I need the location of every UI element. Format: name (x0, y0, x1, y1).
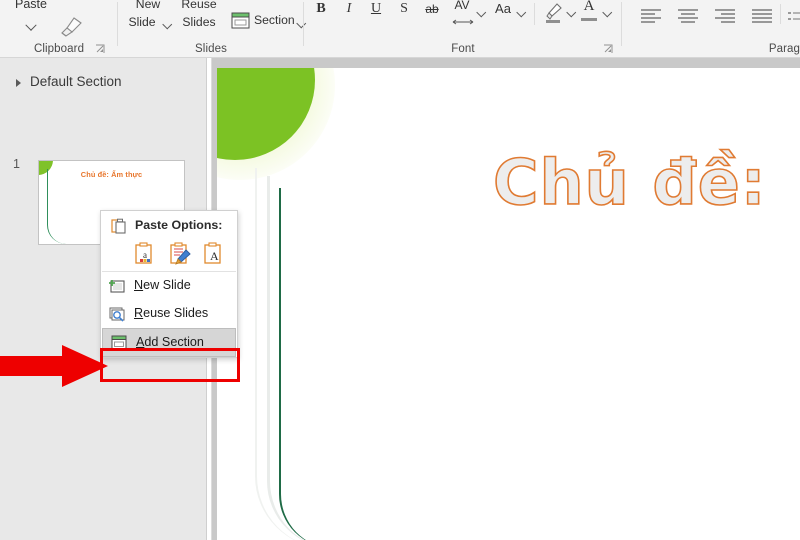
slide-title-text[interactable]: Chủ đề: (492, 145, 767, 220)
menu-item-new-slide[interactable]: New Slide (101, 272, 237, 300)
thumbnail-deco-stem (47, 169, 66, 244)
menu-item-add-section-label: Add Section (136, 335, 204, 349)
align-left-icon[interactable] (640, 8, 662, 29)
text-shadow-button[interactable]: S (395, 2, 413, 16)
paste-options-label: Paste Options: (135, 218, 223, 232)
section-collapse-triangle-icon[interactable] (16, 79, 21, 87)
paste-picture-icon[interactable] (168, 242, 194, 268)
bullet-list-icon[interactable] (788, 10, 800, 28)
new-slide-button-line2[interactable]: Slide (120, 16, 164, 29)
character-spacing-dropdown-arrow[interactable] (476, 5, 486, 23)
reuse-slides-button-line2[interactable]: Slides (172, 16, 226, 29)
paragraph-group-label: Parag (768, 43, 800, 55)
bold-button[interactable]: B (312, 2, 330, 16)
slides-group-label: Slides (195, 43, 227, 55)
decorative-stem-green (279, 188, 333, 540)
ribbon-group-slides: New Slide Reuse Slides Section Slides (118, 0, 306, 57)
new-slide-dropdown-arrow[interactable] (162, 17, 172, 35)
paste-button[interactable]: Paste (6, 0, 56, 11)
paste-keep-text-only-icon[interactable]: A (202, 242, 228, 268)
annotation-arrow (0, 345, 108, 387)
paste-options-icons-row: a A (101, 239, 237, 271)
add-section-icon (110, 334, 128, 352)
ribbon-group-paragraph: Parag (622, 0, 800, 57)
svg-text:A: A (210, 249, 219, 263)
underline-button[interactable]: U (367, 2, 385, 16)
paste-use-destination-theme-icon[interactable]: a (133, 242, 159, 268)
font-color-swatch (581, 18, 597, 21)
reuse-slides-icon (108, 305, 126, 323)
slide-canvas[interactable]: Chủ đề: (217, 68, 800, 540)
menu-item-reuse-slides-label: Reuse Slides (134, 306, 209, 320)
font-color-button[interactable]: A (580, 0, 598, 14)
highlighter-icon[interactable] (544, 2, 564, 29)
character-spacing-arrows-icon (452, 13, 474, 31)
ribbon-group-font: B I U S ab AV Aa A Font (304, 0, 622, 57)
section-name-label[interactable]: Default Section (30, 74, 122, 89)
font-dialog-launcher-icon[interactable] (603, 42, 614, 53)
change-case-dropdown-arrow[interactable] (516, 5, 526, 23)
align-right-icon[interactable] (714, 8, 736, 29)
svg-text:a: a (143, 250, 147, 260)
clipboard-icon (111, 217, 128, 239)
slide-number-label: 1 (13, 157, 20, 171)
thumbnail-title-text: Chủ đề: Ẩm thực (80, 170, 143, 179)
new-slide-icon (108, 277, 126, 295)
ribbon: Paste Clipboard New Slide Reuse Slides S… (0, 0, 800, 58)
context-menu[interactable]: Paste Options: a A New Slide Reuse Slide… (100, 210, 238, 358)
clipboard-dialog-launcher-icon[interactable] (95, 42, 106, 53)
strikethrough-button[interactable]: ab (420, 3, 444, 16)
ribbon-group-clipboard: Paste Clipboard (0, 0, 118, 57)
slide-editing-area[interactable]: Chủ đề: (212, 58, 800, 540)
font-group-label: Font (451, 43, 475, 55)
highlight-dropdown-arrow[interactable] (566, 5, 576, 23)
align-center-icon[interactable] (677, 8, 699, 29)
paste-options-header: Paste Options: (101, 211, 237, 239)
reuse-slides-button-line1[interactable]: Reuse (172, 0, 226, 11)
font-color-dropdown-arrow[interactable] (602, 5, 612, 23)
italic-button[interactable]: I (340, 2, 358, 16)
menu-item-reuse-slides[interactable]: Reuse Slides (101, 300, 237, 328)
change-case-button[interactable]: Aa (490, 2, 516, 15)
justify-icon[interactable] (751, 8, 773, 29)
new-slide-button-line1[interactable]: New (124, 0, 172, 11)
menu-item-add-section[interactable]: Add Section (102, 328, 236, 357)
paste-dropdown-arrow[interactable] (20, 19, 42, 35)
character-spacing-button[interactable]: AV (450, 0, 474, 12)
menu-item-new-slide-label: New Slide (134, 278, 191, 292)
section-icon[interactable] (231, 12, 250, 34)
paintbrush-icon[interactable] (58, 16, 84, 43)
